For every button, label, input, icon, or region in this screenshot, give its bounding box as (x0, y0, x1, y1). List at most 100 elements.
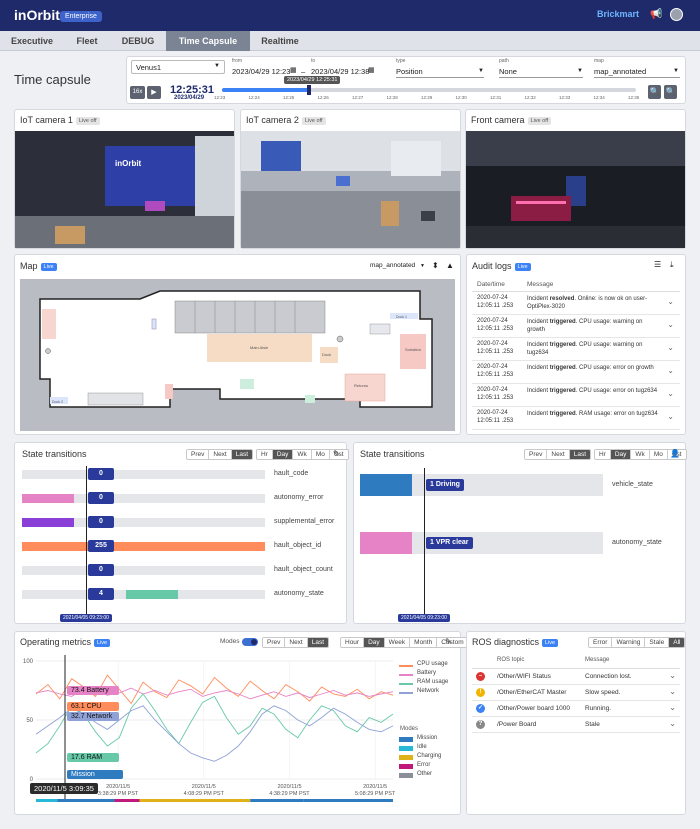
speed-button[interactable]: 16x (130, 86, 145, 99)
map-layer-select[interactable]: map_annotated (370, 262, 415, 269)
navigation-icon[interactable]: ▲ (446, 261, 454, 270)
warehouse-map[interactable]: Main Aisle Dock Sortation Returns Dock 1… (20, 279, 455, 431)
tab-fleet[interactable]: Fleet (64, 31, 110, 51)
metrics-nav-prev[interactable]: Prev (263, 638, 286, 647)
play-button[interactable]: ▶ (147, 86, 161, 99)
audit-row[interactable]: 2020-07-24 12:05:11 .253 Incident triggere… (472, 384, 680, 407)
chevron-down-icon[interactable]: ⌄ (667, 297, 674, 306)
tab-realtime[interactable]: Realtime (250, 31, 310, 51)
ros-row[interactable]: – /Other/WIFI Status Connection lost. ⌄ (472, 669, 680, 685)
chevron-down-icon[interactable]: ⌄ (669, 703, 676, 712)
type-select[interactable]: Position (396, 67, 484, 78)
to-field[interactable]: 2023/04/29 12:38 (311, 67, 369, 76)
user-icon[interactable]: 👤 (670, 449, 680, 458)
chevron-down-icon[interactable]: ⌄ (667, 389, 674, 398)
audit-row[interactable]: 2020-07-24 12:05:11 .253 Incident resolved… (472, 292, 680, 315)
chevron-down-icon[interactable]: ⌄ (669, 719, 676, 728)
state1-range-wk[interactable]: Wk (293, 450, 312, 459)
state1-nav-next[interactable]: Next (209, 450, 232, 459)
chevron-down-icon[interactable]: ⌄ (667, 412, 674, 421)
ros-col-topic: ROS topic (497, 657, 525, 663)
metrics-range-day[interactable]: Day (364, 638, 385, 647)
ros-row[interactable]: ✓ /Other/Power board 1000 Running. ⌄ (472, 701, 680, 717)
state2-range-wk[interactable]: Wk (631, 450, 650, 459)
state1-nav-last[interactable]: Last (231, 450, 253, 459)
ros-topic: /Power Board (497, 721, 537, 728)
from-field[interactable]: 2023/04/29 12:23 (232, 67, 290, 76)
metrics-nav-last[interactable]: Last (307, 638, 329, 647)
map-select[interactable]: map_annotated (594, 67, 680, 78)
mode-label: Error (417, 762, 431, 768)
tab-executive[interactable]: Executive (0, 31, 64, 51)
legend-swatch (399, 692, 413, 694)
mode-bar-segment (57, 799, 115, 802)
metrics-nav-next[interactable]: Next (285, 638, 308, 647)
ros-filter-all[interactable]: All (669, 638, 685, 647)
zoom-in-icon[interactable]: 🔍 (664, 85, 677, 99)
camera-3-feed[interactable] (466, 131, 685, 248)
metrics-range-custom[interactable]: Custom (437, 638, 468, 647)
state1-range-day[interactable]: Day (272, 450, 294, 459)
pin-icon[interactable]: ⬍ (432, 261, 439, 270)
download-icon[interactable]: ⤓ (670, 260, 674, 270)
metrics-range-hour[interactable]: Hour (341, 638, 365, 647)
state2-nav-prev[interactable]: Prev (525, 450, 548, 459)
state2-range-day[interactable]: Day (610, 450, 632, 459)
edit-icon[interactable]: ✎ (445, 637, 452, 646)
chevron-down-icon[interactable]: ⌄ (667, 343, 674, 352)
ros-filter-error[interactable]: Error (589, 638, 613, 647)
state2-nav-last[interactable]: Last (569, 450, 591, 459)
state1-range-hr[interactable]: Hr (257, 450, 273, 459)
chevron-down-icon: ▼ (420, 263, 425, 269)
audit-row[interactable]: 2020-07-24 12:05:11 .253 Incident triggere… (472, 407, 680, 430)
state2-nav-next[interactable]: Next (547, 450, 570, 459)
edit-icon[interactable]: ✎ (333, 449, 340, 458)
audit-list: 2020-07-24 12:05:11 .253 Incident resolved… (472, 291, 680, 431)
ros-title-text: ROS diagnostics (472, 637, 540, 647)
state2-range-hr[interactable]: Hr (595, 450, 611, 459)
camera-3-scene (466, 131, 685, 248)
audit-time: 12:05:11 .253 (477, 326, 514, 332)
state1-range-mo[interactable]: Mo (311, 450, 330, 459)
calendar-icon[interactable]: ▦ (290, 66, 297, 74)
state1-nav-prev[interactable]: Prev (187, 450, 210, 459)
audit-time: 12:05:11 .253 (477, 372, 514, 378)
modes-toggle[interactable] (242, 638, 258, 646)
ros-filter-stale[interactable]: Stale (645, 638, 670, 647)
state-label: hault_code (274, 470, 309, 477)
chevron-down-icon[interactable]: ⌄ (669, 671, 676, 680)
camera-2-feed[interactable] (241, 131, 460, 248)
audit-row[interactable]: 2020-07-24 12:05:11 .253 Incident triggere… (472, 338, 680, 361)
app-logo[interactable]: inOrbit (14, 7, 60, 23)
chevron-down-icon[interactable]: ⌄ (667, 366, 674, 375)
ros-filter-warning[interactable]: Warning (612, 638, 646, 647)
robot-select[interactable]: Venus1 ▼ (131, 60, 225, 74)
calendar-icon[interactable]: ▦ (368, 66, 375, 74)
audit-row[interactable]: 2020-07-24 12:05:11 .253 Incident triggere… (472, 361, 680, 384)
ros-topic: /Other/WIFI Status (497, 673, 551, 680)
tab-debug[interactable]: DEBUG (110, 31, 166, 51)
megaphone-icon[interactable]: 📢 (650, 9, 662, 20)
audit-row[interactable]: 2020-07-24 12:05:11 .253 Incident triggere… (472, 315, 680, 338)
ros-row[interactable]: ? /Power Board Stale ⌄ (472, 717, 680, 733)
chevron-down-icon: ▼ (214, 63, 220, 69)
chevron-down-icon[interactable]: ⌄ (667, 320, 674, 329)
metrics-range-month[interactable]: Month (410, 638, 438, 647)
mode-label: Charging (417, 753, 442, 759)
camera-1-title: IoT camera 1 Live off (20, 115, 100, 125)
camera-1-feed[interactable]: inOrbit (15, 131, 234, 248)
tab-time-capsule[interactable]: Time Capsule (166, 31, 250, 51)
edition-badge: Enterprise (60, 11, 102, 22)
timeline-handle[interactable] (307, 85, 311, 95)
zoom-out-icon[interactable]: 🔍 (648, 85, 661, 99)
audit-date: 2020-07-24 (477, 364, 508, 370)
filter-icon[interactable]: ☰ (654, 260, 661, 269)
chevron-down-icon[interactable]: ⌄ (669, 687, 676, 696)
path-select[interactable]: None (499, 67, 583, 78)
y-tick-label: 100 (23, 659, 34, 665)
state2-range-mo[interactable]: Mo (649, 450, 668, 459)
user-avatar[interactable] (670, 8, 683, 21)
map-label-dock: Dock (322, 352, 331, 357)
ros-row[interactable]: ! /Other/EtherCAT Master Slow speed. ⌄ (472, 685, 680, 701)
metrics-range-week[interactable]: Week (384, 638, 411, 647)
